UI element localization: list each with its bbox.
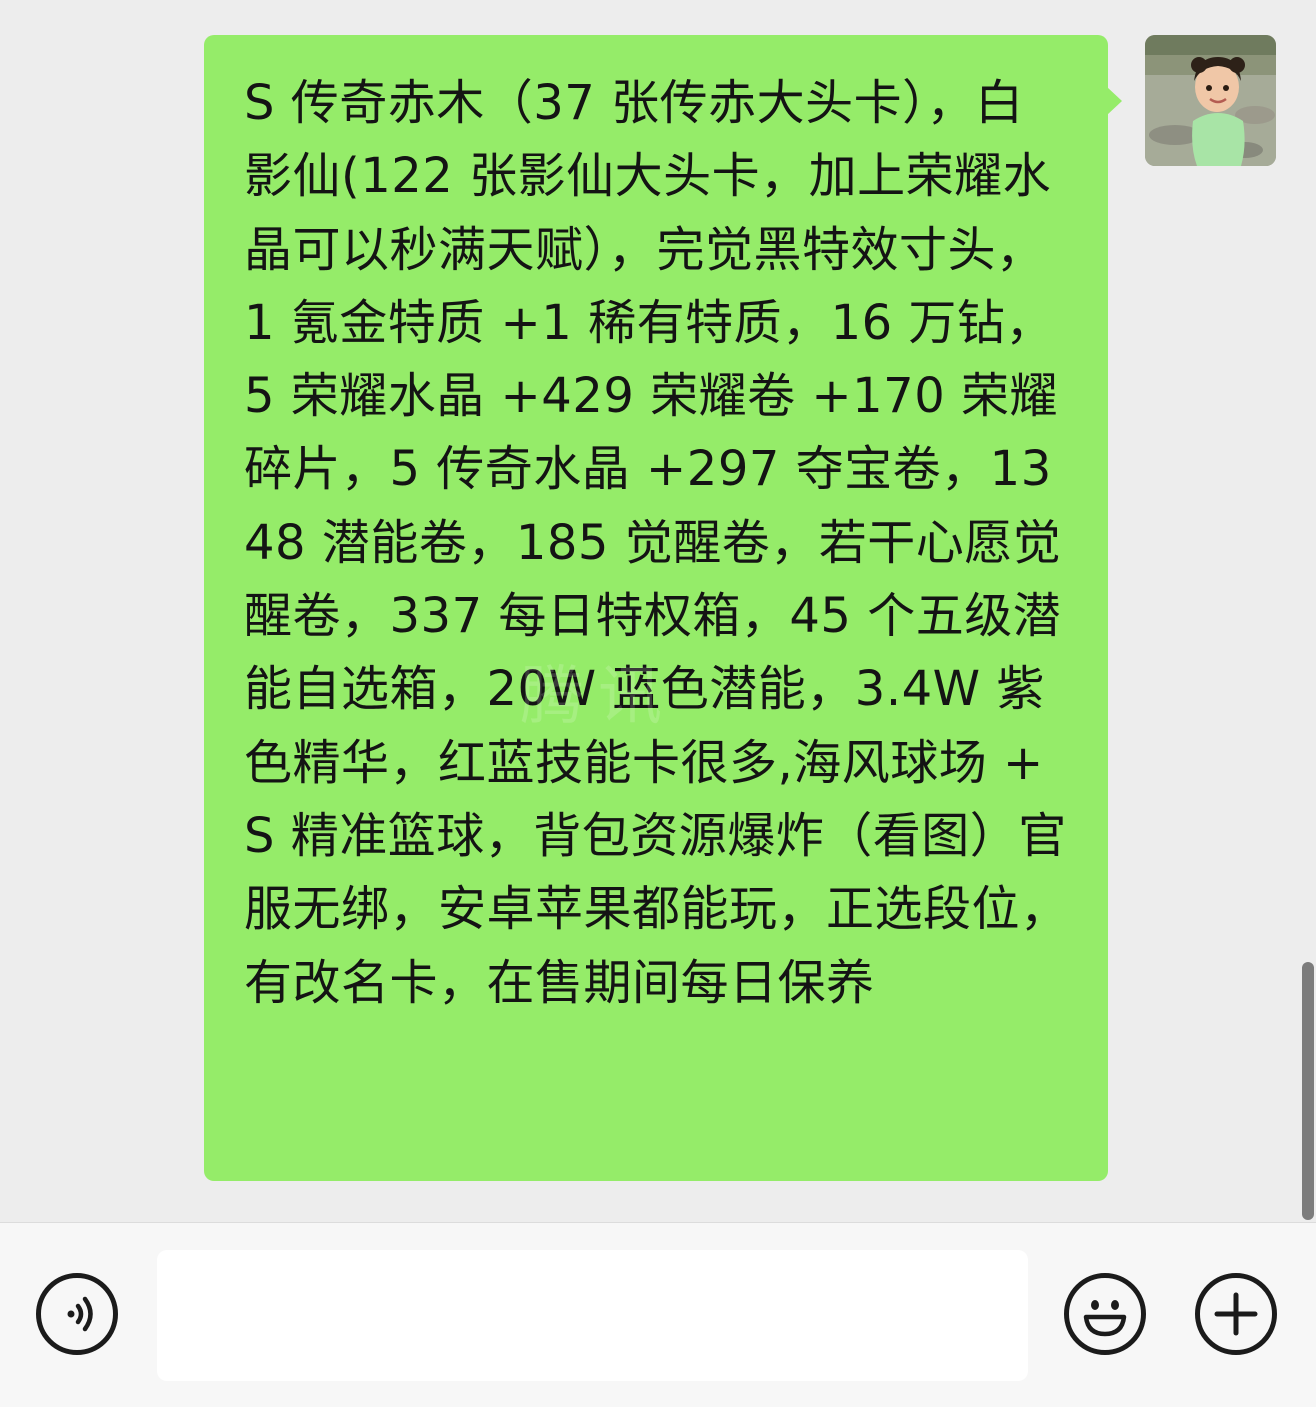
message-bubble[interactable]: S 传奇赤木（37 张传赤大头卡），白影仙(122 张影仙大头卡，加上荣耀水晶可… bbox=[204, 35, 1122, 1181]
plus-icon bbox=[1214, 1292, 1258, 1336]
message-text: S 传奇赤木（37 张传赤大头卡），白影仙(122 张影仙大头卡，加上荣耀水晶可… bbox=[244, 75, 1069, 1011]
voice-icon bbox=[67, 1296, 93, 1332]
chat-area[interactable]: S 传奇赤木（37 张传赤大头卡），白影仙(122 张影仙大头卡，加上荣耀水晶可… bbox=[0, 0, 1316, 1222]
message-input[interactable] bbox=[157, 1250, 1028, 1381]
input-bar bbox=[0, 1222, 1316, 1407]
voice-button[interactable] bbox=[36, 1273, 118, 1355]
scrollbar[interactable] bbox=[1302, 962, 1314, 1220]
bubble-tail bbox=[1107, 87, 1122, 115]
plus-button[interactable] bbox=[1195, 1273, 1277, 1355]
avatar-photo bbox=[1145, 35, 1276, 166]
avatar[interactable] bbox=[1145, 35, 1276, 166]
emoji-button[interactable] bbox=[1064, 1273, 1146, 1355]
emoji-icon bbox=[1083, 1300, 1127, 1337]
